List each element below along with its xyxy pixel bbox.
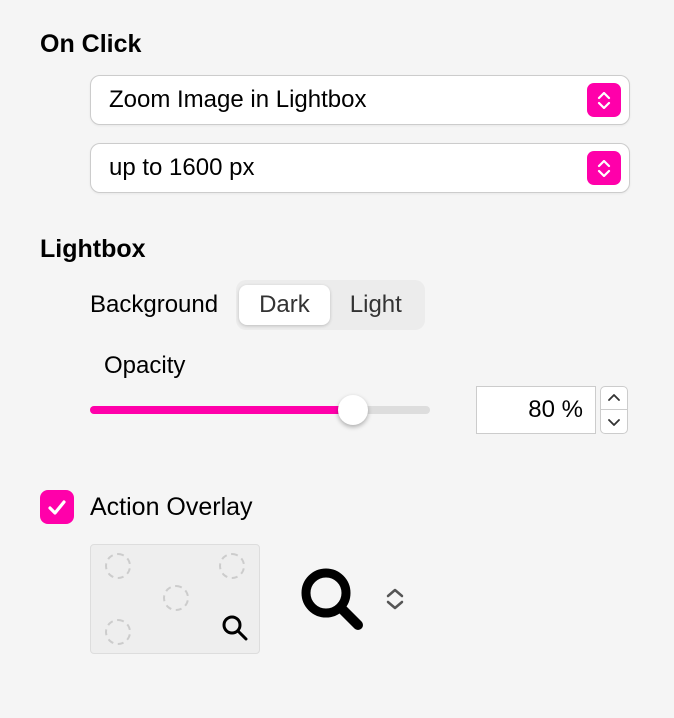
- position-center[interactable]: [163, 585, 189, 611]
- opacity-step-up[interactable]: [600, 386, 628, 410]
- opacity-value-input[interactable]: 80 %: [476, 386, 596, 434]
- on-click-section: On Click Zoom Image in Lightbox up to 16…: [40, 30, 634, 193]
- background-option-dark[interactable]: Dark: [239, 285, 330, 325]
- position-bottom-left[interactable]: [105, 619, 131, 645]
- background-label: Background: [90, 291, 218, 319]
- background-row: Background Dark Light: [90, 280, 634, 330]
- opacity-controls: 80 %: [90, 386, 634, 434]
- check-icon: [46, 496, 68, 518]
- opacity-slider[interactable]: [90, 390, 430, 430]
- on-click-size-dropdown[interactable]: up to 1600 px: [90, 143, 630, 193]
- position-bottom-right-selected[interactable]: [221, 614, 249, 647]
- on-click-action-dropdown[interactable]: Zoom Image in Lightbox: [90, 75, 630, 125]
- overlay-position-grid[interactable]: [90, 544, 260, 654]
- on-click-title: On Click: [40, 30, 634, 59]
- opacity-stepper: [600, 386, 628, 434]
- updown-icon: [587, 151, 621, 185]
- overlay-icon-dropdown[interactable]: [296, 563, 404, 635]
- action-overlay-checkbox[interactable]: [40, 490, 74, 524]
- action-overlay-label: Action Overlay: [90, 493, 253, 522]
- opacity-step-down[interactable]: [600, 410, 628, 434]
- on-click-size-value: up to 1600 px: [109, 154, 587, 182]
- lightbox-section: Lightbox Background Dark Light Opacity 8…: [40, 235, 634, 654]
- background-option-light[interactable]: Light: [330, 285, 422, 325]
- updown-icon: [386, 588, 404, 610]
- lightbox-title: Lightbox: [40, 235, 634, 264]
- updown-icon: [587, 83, 621, 117]
- magnifier-icon: [221, 614, 249, 642]
- on-click-action-value: Zoom Image in Lightbox: [109, 86, 587, 114]
- magnifier-icon: [296, 563, 368, 635]
- position-top-left[interactable]: [105, 553, 131, 579]
- opacity-label: Opacity: [104, 352, 634, 380]
- action-overlay-row: Action Overlay: [40, 490, 634, 524]
- background-segmented: Dark Light: [236, 280, 425, 330]
- position-top-right[interactable]: [219, 553, 245, 579]
- slider-fill: [90, 406, 348, 414]
- overlay-preview-row: [90, 544, 634, 654]
- slider-thumb[interactable]: [338, 395, 368, 425]
- opacity-row: Opacity 80 %: [90, 352, 634, 434]
